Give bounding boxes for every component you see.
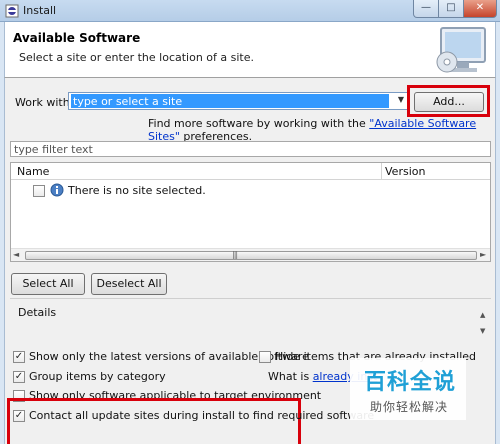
title-bar: Install — □ ✕ bbox=[0, 0, 500, 22]
contact-update-sites-checkbox[interactable]: ✓ bbox=[13, 410, 25, 422]
more-software-prefix: Find more software by working with the bbox=[148, 117, 370, 130]
latest-versions-checkbox[interactable]: ✓ bbox=[13, 351, 25, 363]
dialog-header: Available Software Select a site or ente… bbox=[4, 22, 496, 78]
column-header-name[interactable]: Name bbox=[17, 165, 49, 178]
group-by-category-label: Group items by category bbox=[29, 370, 166, 383]
install-banner-icon bbox=[436, 27, 486, 73]
details-section: Details ▲ ▼ bbox=[10, 298, 491, 342]
row-checkbox[interactable] bbox=[33, 185, 45, 197]
scrollbar-thumb[interactable]: ||| bbox=[25, 250, 477, 260]
eclipse-app-icon bbox=[5, 4, 19, 18]
page-subtitle: Select a site or enter the location of a… bbox=[19, 51, 255, 64]
minimize-button[interactable]: — bbox=[413, 0, 439, 18]
hide-installed-checkbox[interactable] bbox=[259, 351, 271, 363]
what-is-prefix: What is bbox=[268, 370, 313, 383]
software-table: Name Version There is no site selected. … bbox=[10, 162, 491, 262]
filter-input[interactable] bbox=[10, 141, 491, 157]
scroll-right-icon[interactable]: ► bbox=[480, 250, 486, 259]
more-software-text: Find more software by working with the "… bbox=[148, 117, 495, 143]
work-with-input[interactable] bbox=[71, 94, 389, 108]
contact-update-sites-label: Contact all update sites during install … bbox=[29, 409, 375, 422]
close-button[interactable]: ✕ bbox=[463, 0, 497, 18]
table-row: There is no site selected. bbox=[68, 184, 206, 197]
info-icon bbox=[50, 183, 64, 197]
scroll-up-icon[interactable]: ▲ bbox=[480, 311, 485, 319]
details-label: Details bbox=[18, 306, 57, 319]
maximize-button[interactable]: □ bbox=[438, 0, 464, 18]
work-with-label: Work with: bbox=[15, 96, 74, 109]
watermark-slogan: 助你轻松解决 bbox=[370, 400, 449, 414]
deselect-all-button[interactable]: Deselect All bbox=[91, 273, 167, 295]
column-header-version[interactable]: Version bbox=[385, 165, 425, 178]
scroll-left-icon[interactable]: ◄ bbox=[13, 250, 19, 259]
work-with-combo[interactable]: ▼ bbox=[68, 92, 408, 110]
scroll-down-icon[interactable]: ▼ bbox=[480, 327, 485, 335]
column-divider[interactable] bbox=[381, 163, 382, 180]
window-title: Install bbox=[23, 4, 57, 17]
select-all-button[interactable]: Select All bbox=[11, 273, 85, 295]
table-header: Name Version bbox=[11, 163, 490, 180]
horizontal-scrollbar[interactable]: ◄ ||| ► bbox=[11, 248, 490, 261]
page-title: Available Software bbox=[13, 31, 141, 45]
chevron-down-icon[interactable]: ▼ bbox=[398, 95, 404, 104]
group-by-category-checkbox[interactable]: ✓ bbox=[13, 371, 25, 383]
add-site-button[interactable]: Add... bbox=[414, 92, 484, 112]
watermark-logo: 百科全说 bbox=[364, 370, 457, 395]
scrollbar-grip-icon: ||| bbox=[232, 250, 238, 259]
